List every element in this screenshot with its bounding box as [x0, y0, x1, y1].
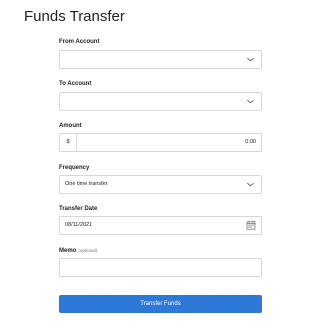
calendar-icon[interactable]	[246, 220, 256, 230]
amount-input[interactable]: $ 0.00	[59, 133, 262, 152]
transfer-date-input[interactable]: 08/11/2021	[59, 216, 262, 235]
transfer-date-value: 08/11/2021	[65, 222, 93, 228]
frequency-select[interactable]: One time transfer	[59, 175, 262, 194]
transfer-date-label: Transfer Date	[59, 206, 98, 212]
chevron-down-icon	[247, 182, 254, 187]
to-account-label: To Account	[59, 81, 92, 87]
chevron-down-icon	[247, 99, 254, 104]
chevron-down-icon	[247, 57, 254, 62]
memo-label-text: Memo	[59, 248, 77, 254]
amount-value: 0.00	[245, 139, 256, 145]
page-title: Funds Transfer	[24, 8, 125, 25]
frequency-label: Frequency	[59, 165, 90, 171]
amount-label: Amount	[59, 123, 82, 129]
memo-optional-hint: (optional)	[78, 248, 98, 253]
from-account-label: From Account	[59, 39, 100, 45]
from-account-select[interactable]	[59, 50, 262, 69]
frequency-value: One time transfer	[65, 181, 108, 187]
to-account-select[interactable]	[59, 92, 262, 111]
memo-input[interactable]	[59, 258, 262, 277]
currency-prefix: $	[60, 134, 77, 151]
transfer-funds-button[interactable]: Transfer Funds	[59, 295, 262, 313]
memo-label: Memo (optional)	[59, 248, 97, 254]
